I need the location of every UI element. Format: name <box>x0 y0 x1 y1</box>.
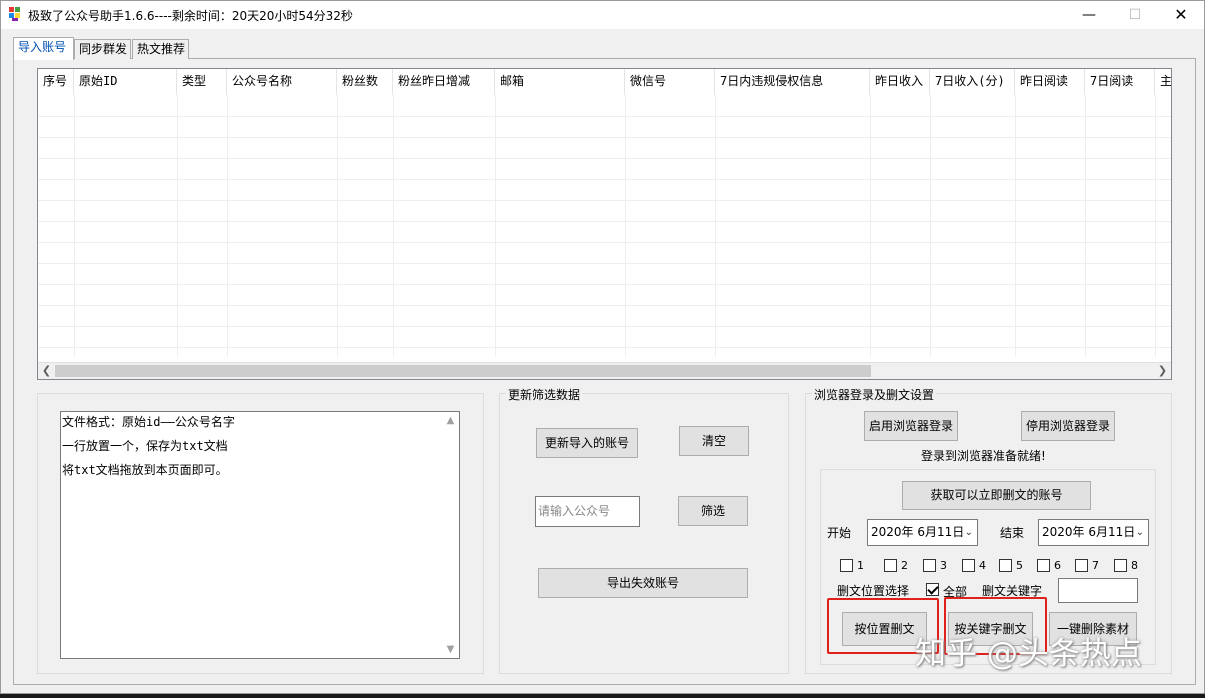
app-window: 极致了公众号助手1.6.6----剩余时间：20天20小时54分32秒 — ☐ … <box>0 0 1205 694</box>
update-accounts-button[interactable]: 更新导入的账号 <box>536 428 638 458</box>
column-header[interactable]: 主 <box>1155 69 1171 95</box>
grid-column-line <box>930 95 931 357</box>
end-date-label: 结束 <box>1000 526 1025 540</box>
watermark-text: 知乎 @头条热点 <box>915 636 1142 672</box>
grid-row-line <box>38 347 1171 348</box>
app-logo-icon <box>9 7 20 21</box>
scroll-right-icon[interactable]: ❯ <box>1154 363 1171 379</box>
column-header[interactable]: 7日内违规侵权信息 <box>715 69 870 95</box>
group-title: 更新筛选数据 <box>506 386 583 403</box>
start-date-picker[interactable]: 2020年 6月11日 ⌄ <box>867 519 978 546</box>
keyword-input[interactable] <box>1058 578 1138 603</box>
grid-column-line <box>625 95 626 357</box>
column-header[interactable]: 原始ID <box>74 69 177 95</box>
grid-column-line <box>393 95 394 357</box>
tab-sync-mass-send[interactable]: 同步群发 <box>74 39 131 59</box>
grid-column-line <box>1155 95 1156 357</box>
minimize-button[interactable]: — <box>1066 1 1112 29</box>
grid-column-line <box>1085 95 1086 357</box>
vertical-scrollbar[interactable]: ▲ ▼ <box>442 412 459 658</box>
column-header[interactable]: 粉丝数 <box>337 69 393 95</box>
close-button[interactable]: ✕ <box>1158 1 1204 29</box>
column-header[interactable]: 昨日阅读 <box>1015 69 1085 95</box>
end-date-picker[interactable]: 2020年 6月11日 ⌄ <box>1038 519 1149 546</box>
disable-browser-login-button[interactable]: 停用浏览器登录 <box>1021 411 1115 441</box>
table-header: 序号 原始ID 类型 公众号名称 粉丝数 粉丝昨日增减 邮箱 微信号 7日内违规… <box>38 69 1171 95</box>
clear-button[interactable]: 清空 <box>679 426 749 456</box>
chevron-down-icon: ⌄ <box>1135 527 1144 538</box>
column-header[interactable]: 微信号 <box>625 69 715 95</box>
grid-row-line <box>38 242 1171 243</box>
grid-row-line <box>38 305 1171 306</box>
grid-column-line <box>1015 95 1016 357</box>
end-date-value: 2020年 6月11日 <box>1042 525 1136 539</box>
grid-row-line <box>38 158 1171 159</box>
import-notes-textarea[interactable]: 文件格式：原始id——公众号名字 一行放置一个，保存为txt文档 将txt文档拖… <box>60 411 460 659</box>
column-header[interactable]: 序号 <box>38 69 74 95</box>
grid-column-line <box>227 95 228 357</box>
filter-button[interactable]: 筛选 <box>678 496 748 526</box>
column-header[interactable]: 类型 <box>177 69 227 95</box>
scroll-left-icon[interactable]: ❮ <box>38 363 55 379</box>
maximize-button[interactable]: ☐ <box>1112 1 1158 29</box>
horizontal-scrollbar[interactable]: ❮ ❯ <box>38 362 1171 379</box>
position-select-label: 删文位置选择 <box>837 584 910 598</box>
accounts-table[interactable]: 序号 原始ID 类型 公众号名称 粉丝数 粉丝昨日增减 邮箱 微信号 7日内违规… <box>37 68 1172 380</box>
column-header[interactable]: 粉丝昨日增减 <box>393 69 495 95</box>
grid-row-line <box>38 116 1171 117</box>
grid-row-line <box>38 179 1171 180</box>
grid-column-line <box>870 95 871 357</box>
note-line: 一行放置一个，保存为txt文档 <box>62 439 228 453</box>
grid-row-line <box>38 137 1171 138</box>
grid-row-line <box>38 263 1171 264</box>
scroll-up-icon[interactable]: ▲ <box>442 415 459 426</box>
grid-column-line <box>715 95 716 357</box>
grid-row-line <box>38 284 1171 285</box>
grid-column-line <box>495 95 496 357</box>
get-deletable-accounts-button[interactable]: 获取可以立即删文的账号 <box>902 481 1091 510</box>
column-header[interactable]: 邮箱 <box>495 69 625 95</box>
table-body <box>38 95 1171 357</box>
grid-row-line <box>38 326 1171 327</box>
column-header[interactable]: 昨日收入 <box>870 69 930 95</box>
note-line: 文件格式：原始id——公众号名字 <box>62 415 235 429</box>
enable-browser-login-button[interactable]: 启用浏览器登录 <box>864 411 958 441</box>
chevron-down-icon: ⌄ <box>964 527 973 538</box>
grid-column-line <box>177 95 178 357</box>
watermark: 知乎 @头条热点 <box>915 628 1142 673</box>
group-title: 浏览器登录及删文设置 <box>812 386 937 403</box>
grid-column-line <box>74 95 75 357</box>
note-line: 将txt文档拖放到本页面即可。 <box>62 463 228 477</box>
scroll-down-icon[interactable]: ▼ <box>442 644 459 655</box>
account-search-input[interactable]: 请输入公众号 <box>535 496 640 527</box>
grid-row-line <box>38 200 1171 201</box>
grid-column-line <box>337 95 338 357</box>
scrollbar-thumb[interactable] <box>55 365 871 377</box>
export-invalid-accounts-button[interactable]: 导出失效账号 <box>538 568 748 598</box>
window-title: 极致了公众号助手1.6.6----剩余时间：20天20小时54分32秒 <box>28 9 353 23</box>
title-bar: 极致了公众号助手1.6.6----剩余时间：20天20小时54分32秒 — ☐ … <box>1 1 1204 29</box>
login-status-text: 登录到浏览器准备就绪! <box>921 449 1046 463</box>
column-header[interactable]: 7日阅读 <box>1085 69 1155 95</box>
grid-row-line <box>38 221 1171 222</box>
start-date-label: 开始 <box>827 526 852 540</box>
column-header[interactable]: 公众号名称 <box>227 69 337 95</box>
column-header[interactable]: 7日收入(分) <box>930 69 1015 95</box>
start-date-value: 2020年 6月11日 <box>871 525 965 539</box>
tab-hot-articles[interactable]: 热文推荐 <box>132 39 189 59</box>
tab-import-accounts[interactable]: 导入账号 <box>13 37 74 60</box>
